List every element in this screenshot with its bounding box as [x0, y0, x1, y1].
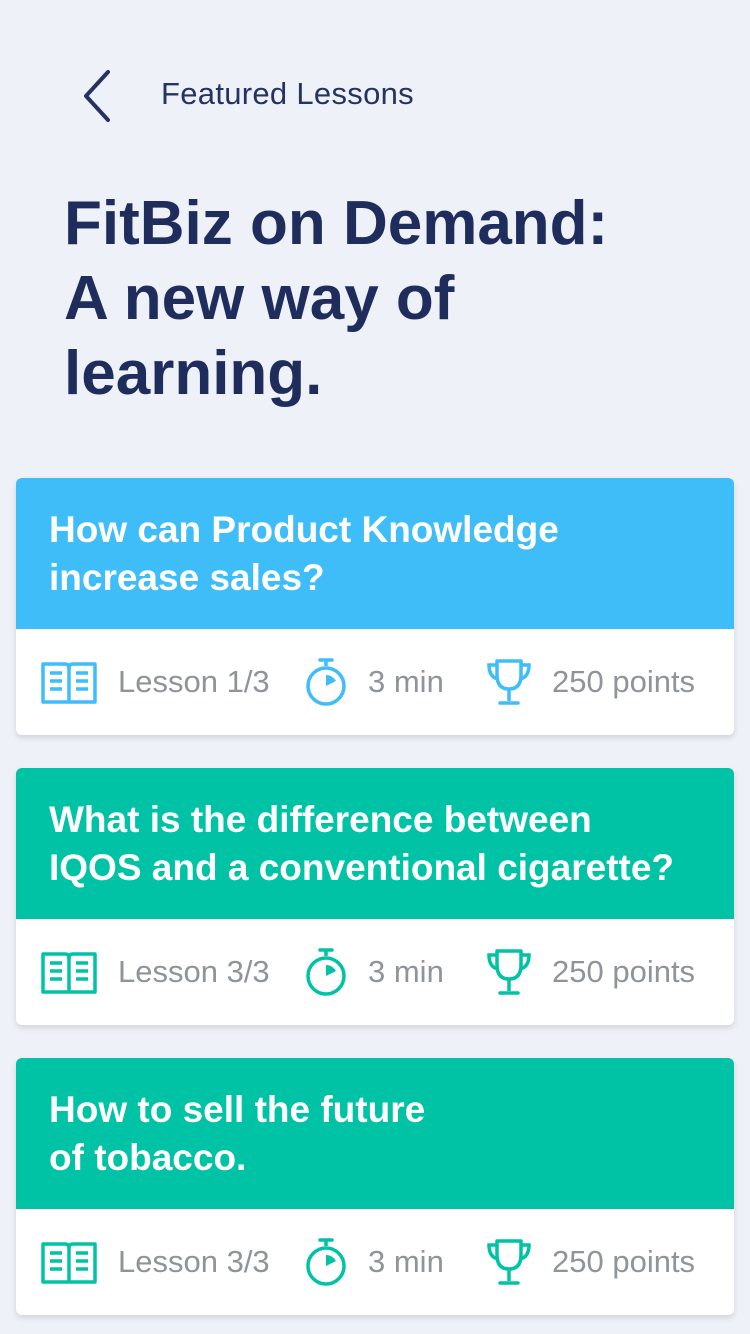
lesson-card-header: How to sell the future of tobacco. [16, 1058, 734, 1209]
page-title-line: learning. [64, 339, 323, 408]
lesson-duration: 3 min [304, 629, 444, 735]
lesson-points: 250 points [486, 919, 695, 1025]
lesson-progress-text: Lesson 1/3 [118, 664, 270, 699]
book-icon [40, 1238, 98, 1286]
trophy-icon [486, 1237, 532, 1287]
lesson-points-text: 250 points [552, 664, 696, 699]
back-button[interactable] [70, 66, 130, 126]
lesson-duration: 3 min [304, 919, 444, 1025]
lesson-progress-text: Lesson 3/3 [118, 954, 270, 989]
lesson-title-line: What is the difference between [49, 799, 592, 840]
lesson-meta: Lesson 3/3 3 min 250 points [16, 919, 734, 1025]
lesson-progress: Lesson 3/3 [40, 919, 270, 1025]
page-title-line: FitBiz on Demand: [64, 189, 609, 258]
lesson-title: How to sell the future of tobacco. [49, 1086, 714, 1182]
header: Featured Lessons [0, 60, 750, 130]
lesson-title-line: IQOS and a conventional cigarette? [49, 847, 675, 888]
stopwatch-icon [304, 1237, 348, 1287]
lesson-progress-text: Lesson 3/3 [118, 1244, 270, 1279]
lesson-title-line: increase sales? [49, 557, 325, 598]
stopwatch-icon [304, 947, 348, 997]
lesson-duration-text: 3 min [368, 1244, 444, 1279]
lesson-progress: Lesson 3/3 [40, 1209, 270, 1315]
stopwatch-icon [304, 657, 348, 707]
lesson-duration-text: 3 min [368, 954, 444, 989]
page-title-line: A new way of [64, 264, 455, 333]
chevron-left-icon [84, 70, 110, 122]
lesson-card[interactable]: What is the difference between IQOS and … [16, 768, 734, 1025]
page-title: FitBiz on Demand: A new way of learning. [64, 186, 704, 411]
lesson-title-line: of tobacco. [49, 1137, 247, 1178]
lesson-card-header: What is the difference between IQOS and … [16, 768, 734, 919]
lesson-title-line: How to sell the future [49, 1089, 426, 1130]
lesson-meta: Lesson 3/3 3 min 250 points [16, 1209, 734, 1315]
lesson-points-text: 250 points [552, 1244, 696, 1279]
lesson-points: 250 points [486, 629, 695, 735]
trophy-icon [486, 947, 532, 997]
lesson-duration-text: 3 min [368, 664, 444, 699]
lesson-meta: Lesson 1/3 3 min 250 points [16, 629, 734, 735]
header-title: Featured Lessons [161, 76, 414, 111]
book-icon [40, 948, 98, 996]
lesson-title: How can Product Knowledge increase sales… [49, 506, 714, 602]
lesson-title: What is the difference between IQOS and … [49, 796, 714, 892]
lesson-duration: 3 min [304, 1209, 444, 1315]
lesson-points: 250 points [486, 1209, 695, 1315]
lesson-card-header: How can Product Knowledge increase sales… [16, 478, 734, 629]
trophy-icon [486, 657, 532, 707]
book-icon [40, 658, 98, 706]
lesson-progress: Lesson 1/3 [40, 629, 270, 735]
lesson-card[interactable]: How to sell the future of tobacco. Lesso… [16, 1058, 734, 1315]
lesson-card[interactable]: How can Product Knowledge increase sales… [16, 478, 734, 735]
lesson-title-line: How can Product Knowledge [49, 509, 559, 550]
lesson-points-text: 250 points [552, 954, 696, 989]
